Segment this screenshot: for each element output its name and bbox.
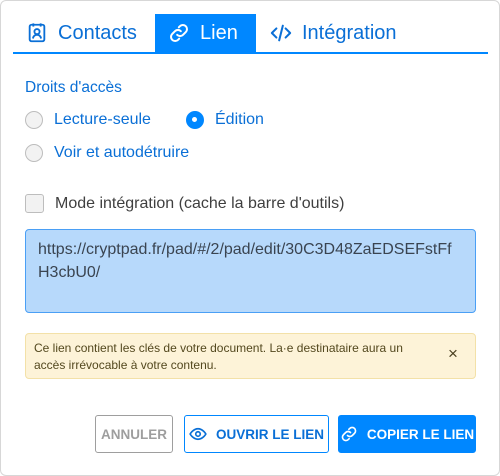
code-icon — [270, 22, 292, 44]
radio-label: Voir et autodétruire — [54, 144, 190, 161]
close-icon[interactable]: × — [445, 345, 461, 362]
access-rights-title: Droits d'accès — [25, 79, 122, 96]
tab-embed[interactable]: Intégration — [256, 14, 416, 52]
tab-embed-label: Intégration — [302, 21, 397, 44]
checkbox-label: Mode intégration (cache la barre d'outil… — [55, 194, 345, 212]
contact-book-icon — [26, 22, 48, 44]
copy-link-button-label: COPIER LE LIEN — [366, 426, 475, 442]
warning-text: Ce lien contient les clés de votre docum… — [34, 341, 403, 372]
radio-indicator-selected — [186, 111, 204, 129]
tab-contacts[interactable]: Contacts — [13, 14, 155, 52]
link-icon — [340, 425, 358, 443]
radio-view-once[interactable]: Voir et autodétruire — [25, 144, 189, 162]
tab-link[interactable]: Lien — [155, 14, 256, 52]
share-tabs: Contacts Lien Intégration — [13, 14, 488, 54]
copy-link-button[interactable]: COPIER LE LIEN — [338, 415, 476, 453]
radio-read-only[interactable]: Lecture-seule — [25, 111, 151, 129]
radio-label: Édition — [215, 111, 264, 128]
share-dialog: Contacts Lien Intégration Droits d'accès… — [0, 0, 500, 476]
warning-alert: Ce lien contient les clés de votre docum… — [25, 333, 476, 379]
embed-mode-checkbox[interactable]: Mode intégration (cache la barre d'outil… — [25, 194, 344, 213]
radio-label: Lecture-seule — [54, 111, 151, 128]
tab-link-label: Lien — [200, 21, 238, 44]
radio-indicator — [25, 111, 43, 129]
radio-indicator — [25, 144, 43, 162]
tab-contacts-label: Contacts — [58, 21, 137, 44]
cancel-button-label: ANNULER — [101, 426, 167, 442]
link-icon — [168, 22, 190, 44]
checkbox-box — [25, 194, 44, 213]
cancel-button[interactable]: ANNULER — [95, 415, 173, 453]
open-link-button[interactable]: OUVRIR LE LIEN — [184, 415, 329, 453]
share-link-field[interactable]: https://cryptpad.fr/pad/#/2/pad/edit/30C… — [25, 229, 476, 313]
radio-edit[interactable]: Édition — [186, 111, 264, 129]
eye-icon — [189, 425, 207, 443]
open-link-button-label: OUVRIR LE LIEN — [215, 426, 324, 442]
